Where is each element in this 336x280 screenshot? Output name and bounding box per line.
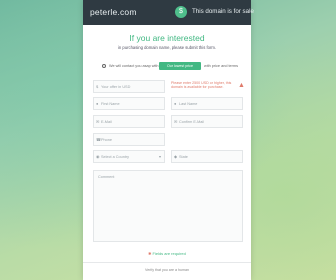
comment-textarea[interactable]: Comment [93, 170, 243, 242]
page-title: If you are interested [129, 33, 205, 43]
country-select[interactable]: ◉ Select a Country ▾ [93, 150, 165, 163]
price-terms-label: with price and terms [204, 64, 238, 68]
phone-icon: ☎ [96, 137, 101, 142]
required-star-icon: ✱ [148, 251, 152, 256]
sale-panel: peterle.com $ This domain is for sale If… [83, 0, 254, 280]
domain-title: peterle.com [90, 7, 137, 17]
price-notice: Please enter 2500 USD or higher, this do… [171, 81, 232, 90]
globe-icon: ◉ [96, 154, 100, 159]
envelope-icon: ✉ [174, 119, 178, 124]
email-placeholder: E-Mail [101, 120, 112, 124]
offer-radio-label: We will contact you asap with [109, 64, 159, 68]
for-sale-label: This domain is for sale [192, 8, 254, 15]
confirm-email-field[interactable]: ✉ Confirm E-Mail [171, 115, 243, 128]
state-placeholder: State [179, 155, 188, 159]
required-note: ✱Fields are required [83, 251, 251, 256]
warning-icon: ▲ [238, 82, 245, 89]
page-subtitle: in purchasing domain name, please submit… [118, 45, 216, 50]
confirm-email-placeholder: Confirm E-Mail [179, 120, 205, 124]
required-label: Fields are required [152, 251, 186, 256]
phone-field[interactable]: ☎ Phone [93, 133, 165, 146]
first-name-field[interactable]: ● First Name [93, 97, 165, 110]
dollar-icon: $ [175, 6, 187, 18]
country-placeholder: Select a Country [101, 155, 130, 159]
offer-price-placeholder: Your offer in USD [101, 85, 131, 89]
last-name-field[interactable]: ● Last Name [171, 97, 243, 110]
lowest-price-button[interactable]: Our lowest price [159, 62, 201, 70]
offer-price-field[interactable]: $ Your offer in USD [93, 80, 165, 93]
verify-human-link[interactable]: Verify that you are a human [83, 268, 251, 272]
pin-icon: ◆ [174, 154, 178, 159]
offer-type-row: We will contact you asap with Our lowest… [93, 62, 243, 71]
top-bar: peterle.com $ This domain is for sale [83, 0, 254, 25]
user-icon: ● [96, 101, 99, 106]
dollar-icon: $ [96, 84, 99, 89]
phone-placeholder: Phone [101, 138, 112, 142]
comment-placeholder: Comment [98, 175, 115, 179]
state-field[interactable]: ◆ State [171, 150, 243, 163]
chevron-down-icon: ▾ [158, 154, 161, 159]
envelope-icon: ✉ [96, 119, 100, 124]
user-icon: ● [174, 101, 177, 106]
first-name-placeholder: First Name [101, 102, 120, 106]
footer-divider [83, 262, 251, 263]
email-field[interactable]: ✉ E-Mail [93, 115, 165, 128]
offer-radio[interactable] [102, 64, 106, 68]
last-name-placeholder: Last Name [179, 102, 198, 106]
